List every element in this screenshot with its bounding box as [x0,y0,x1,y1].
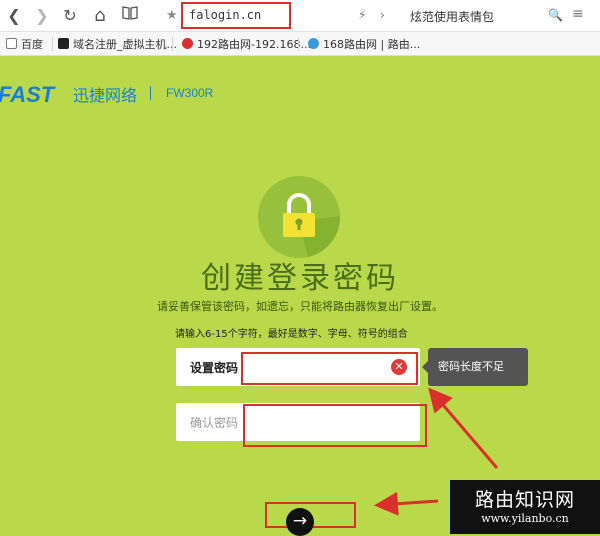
watermark-title: 路由知识网 [474,489,575,511]
annotation-arrows [374,387,499,516]
watermark: 路由知识网 www.yilanbo.cn [450,480,600,534]
next-button[interactable]: → [286,508,314,536]
arrow-to-next [374,491,439,516]
arrow-to-password [428,387,499,469]
watermark-url: www.yilanbo.cn [481,512,569,525]
